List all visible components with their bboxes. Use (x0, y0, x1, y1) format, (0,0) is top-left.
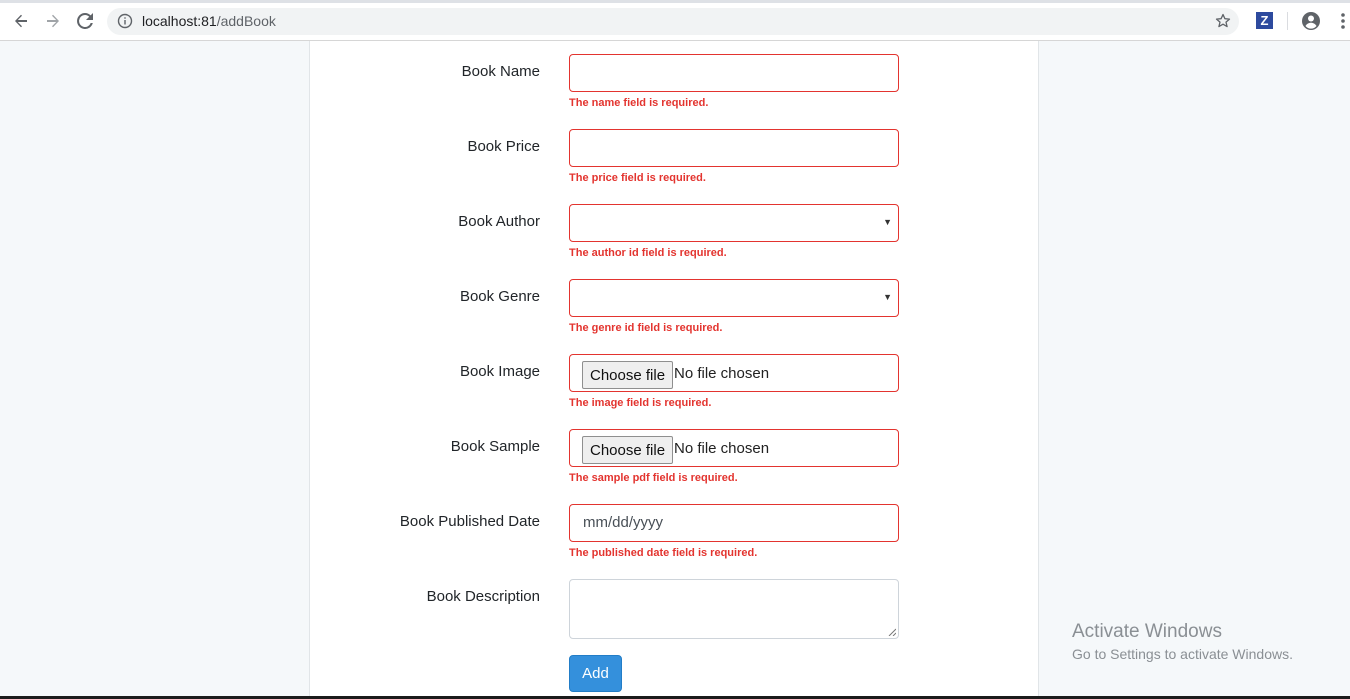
resize-grip-icon[interactable] (888, 628, 896, 636)
book-image-file-status: No file chosen (674, 365, 770, 382)
book-description-label: Book Description (426, 588, 540, 605)
address-bar[interactable]: localhost:81/addBook (107, 8, 1239, 35)
bookmark-star-icon[interactable] (1215, 13, 1231, 29)
book-genre-error: The genre id field is required. (569, 322, 723, 334)
reload-button[interactable] (74, 10, 96, 32)
book-description-textarea[interactable] (569, 579, 899, 639)
book-name-input[interactable] (569, 54, 899, 92)
back-arrow-icon (15, 14, 27, 28)
book-published-date-error: The published date field is required. (569, 547, 758, 559)
book-sample-file-input: Choose file No file chosen (569, 429, 899, 467)
activate-windows-title: Activate Windows (1072, 621, 1222, 642)
book-author-select[interactable]: ▼ (569, 204, 899, 242)
book-image-file-input: Choose file No file chosen (569, 354, 899, 392)
profile-avatar-icon[interactable] (1301, 11, 1321, 31)
book-sample-label: Book Sample (450, 438, 540, 455)
book-price-input[interactable] (569, 129, 899, 167)
book-price-error: The price field is required. (569, 172, 706, 184)
url-host: localhost:81 (142, 13, 217, 29)
forward-button[interactable] (42, 10, 64, 32)
activate-windows-subtitle: Go to Settings to activate Windows. (1072, 646, 1293, 662)
back-button[interactable] (10, 10, 32, 32)
book-price-label: Book Price (467, 138, 540, 155)
url-path: /addBook (216, 13, 276, 29)
page-body: Book Name The name field is required. Bo… (0, 41, 1350, 696)
book-image-label: Book Image (459, 363, 540, 380)
book-author-error: The author id field is required. (569, 247, 727, 259)
book-name-label: Book Name (461, 63, 540, 80)
url-text[interactable]: localhost:81/addBook (142, 13, 276, 29)
book-sample-file-status: No file chosen (674, 440, 770, 457)
book-published-date-label: Book Published Date (399, 513, 540, 530)
add-book-card: Book Name The name field is required. Bo… (309, 41, 1039, 696)
tab-strip-edge (0, 0, 1350, 3)
book-image-error: The image field is required. (569, 397, 712, 409)
add-book-button[interactable]: Add (569, 655, 622, 692)
book-genre-label: Book Genre (459, 288, 540, 305)
book-genre-select[interactable]: ▼ (569, 279, 899, 317)
book-name-error: The name field is required. (569, 97, 709, 109)
book-sample-error: The sample pdf field is required. (569, 472, 738, 484)
more-menu-icon[interactable] (1338, 11, 1348, 31)
dropdown-arrow-icon: ▼ (883, 292, 892, 302)
reload-icon (77, 13, 93, 29)
book-image-choose-file-button[interactable]: Choose file (582, 361, 674, 389)
forward-arrow-icon (47, 14, 59, 28)
zotero-extension-icon[interactable]: Z (1256, 12, 1273, 29)
book-author-label: Book Author (458, 213, 540, 230)
dropdown-arrow-icon: ▼ (883, 217, 892, 227)
date-placeholder: mm/dd/yyyy (583, 514, 664, 531)
book-sample-choose-file-button[interactable]: Choose file (582, 436, 674, 464)
toolbar-divider (1287, 12, 1288, 30)
info-icon[interactable] (117, 13, 133, 29)
book-published-date-input[interactable]: mm/dd/yyyy (569, 504, 899, 542)
browser-toolbar: localhost:81/addBook Z (0, 0, 1350, 41)
